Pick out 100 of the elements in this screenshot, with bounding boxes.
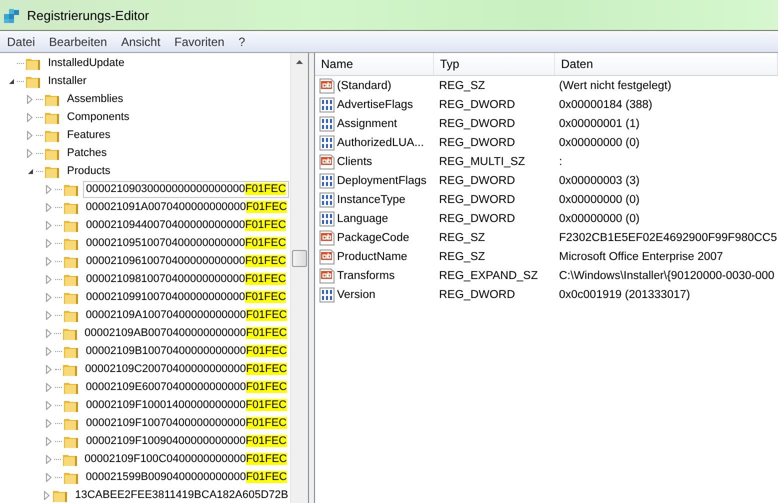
collapsed-arrow-icon[interactable]	[46, 184, 52, 194]
value-type: REG_DWORD	[438, 98, 516, 110]
value-name: Assignment	[337, 118, 398, 130]
value-name: Version	[337, 288, 376, 300]
collapsed-arrow-icon[interactable]	[46, 256, 52, 266]
collapsed-arrow-icon[interactable]	[46, 400, 52, 410]
menu-item[interactable]: Bearbeiten	[42, 35, 114, 49]
tree-item[interactable]: 00002109B10070400000000000F01FEC	[82, 342, 290, 360]
tree-item[interactable]: 00002109AB0070400000000000F01FEC	[82, 324, 290, 342]
tree-item[interactable]: Products	[64, 162, 114, 180]
collapsed-arrow-icon[interactable]	[27, 148, 33, 158]
tree-item[interactable]: 00002109F10001400000000000F01FEC	[83, 396, 290, 414]
column-header[interactable]: Daten	[555, 53, 778, 75]
tree-item[interactable]: Installer	[45, 72, 90, 90]
value-name: PackageCode	[337, 232, 410, 244]
collapsed-arrow-icon[interactable]	[46, 346, 52, 356]
tree-item[interactable]: 00002109510070400000000000F01FEC	[83, 234, 290, 252]
tree-item[interactable]: Assemblies	[64, 90, 126, 108]
collapsed-arrow-icon[interactable]	[46, 292, 52, 302]
value-data: 0x00000001 (1)	[558, 118, 641, 130]
value-name: Transforms	[337, 270, 395, 282]
menu-item[interactable]: Datei	[0, 35, 42, 49]
tree-item[interactable]: 00002109910070400000000000F01FEC	[83, 288, 290, 306]
tree-item[interactable]: 00002109F10090400000000000F01FEC	[83, 432, 290, 450]
collapsed-arrow-icon[interactable]	[27, 94, 33, 104]
value-name: ProductName	[337, 250, 408, 262]
binary-value-icon	[319, 210, 335, 226]
collapsed-arrow-icon[interactable]	[46, 472, 52, 482]
tree-item[interactable]: 00002109440070400000000000F01FEC	[83, 216, 290, 234]
value-type: REG_DWORD	[438, 174, 516, 186]
binary-value-icon	[319, 172, 335, 188]
collapsed-arrow-icon[interactable]	[46, 454, 52, 464]
registry-cubes-icon	[3, 6, 21, 24]
value-data: 0x00000003 (3)	[558, 174, 641, 186]
value-data: 0x00000000 (0)	[558, 136, 641, 148]
tree-item[interactable]: 00002109C20070400000000000F01FEC	[82, 360, 290, 378]
collapsed-arrow-icon[interactable]	[46, 364, 52, 374]
value-type: REG_DWORD	[438, 194, 516, 206]
collapsed-arrow-icon[interactable]	[46, 238, 52, 248]
expanded-arrow-icon[interactable]	[26, 168, 34, 174]
scroll-thumb[interactable]	[292, 250, 307, 267]
collapsed-arrow-icon[interactable]	[46, 310, 52, 320]
tree-item[interactable]: InstalledUpdate	[45, 54, 128, 72]
collapsed-arrow-icon[interactable]	[46, 220, 52, 230]
value-type: REG_DWORD	[438, 118, 516, 130]
value-data: F2302CB1E5EF02E4692900F99F980CC5	[558, 232, 778, 244]
value-data: (Wert nicht festgelegt)	[558, 80, 672, 92]
value-name: Language	[337, 212, 388, 224]
string-value-icon	[319, 154, 335, 170]
scroll-up-icon[interactable]	[296, 60, 303, 64]
scrollbar[interactable]	[290, 53, 308, 503]
collapsed-arrow-icon[interactable]	[44, 490, 50, 500]
binary-value-icon	[319, 192, 335, 208]
tree-item[interactable]: 00002109610070400000000000F01FEC	[83, 252, 290, 270]
tree-item[interactable]: 00002109F10070400000000000F01FEC	[83, 414, 290, 432]
value-type: REG_DWORD	[438, 288, 516, 300]
tree-item[interactable]: Features	[64, 126, 114, 144]
tree-item[interactable]: 000021091A0070400000000000F01FEC	[82, 198, 290, 216]
menu-item[interactable]: ?	[231, 35, 252, 49]
expanded-arrow-icon[interactable]	[8, 78, 14, 84]
value-data: 0x00000184 (388)	[558, 98, 654, 110]
tree-item[interactable]: 00002109E60070400000000000F01FEC	[82, 378, 290, 396]
value-data: :	[558, 156, 564, 168]
tree-item[interactable]: 00002109810070400000000000F01FEC	[83, 270, 290, 288]
tree-item[interactable]: 00002109F100C0400000000000F01FEC	[82, 450, 290, 468]
tree-item[interactable]: 00002109A10070400000000000F01FEC	[82, 306, 290, 324]
binary-value-icon	[319, 134, 335, 150]
value-data: 0x00000000 (0)	[558, 194, 641, 206]
tree-item[interactable]: Components	[64, 108, 132, 126]
menu-item[interactable]: Ansicht	[114, 35, 168, 49]
collapsed-arrow-icon[interactable]	[46, 328, 52, 338]
collapsed-arrow-icon[interactable]	[46, 436, 52, 446]
collapsed-arrow-icon[interactable]	[27, 112, 33, 122]
column-header[interactable]: Typ	[434, 53, 555, 75]
value-type: REG_SZ	[438, 80, 486, 92]
value-name: Clients	[337, 156, 372, 168]
collapsed-arrow-icon[interactable]	[46, 202, 52, 212]
value-type: REG_MULTI_SZ	[438, 156, 526, 168]
binary-value-icon	[319, 96, 335, 112]
collapsed-arrow-icon[interactable]	[46, 382, 52, 392]
value-name: AuthorizedLUA...	[337, 136, 424, 148]
tree-item[interactable]: 13CABEE2FEE3811419BCA182A605D72B	[72, 486, 290, 503]
tree-item[interactable]: Patches	[64, 144, 110, 162]
collapsed-arrow-icon[interactable]	[27, 130, 33, 140]
value-type: REG_SZ	[438, 250, 486, 262]
collapsed-arrow-icon[interactable]	[46, 418, 52, 428]
value-data: Microsoft Office Enterprise 2007	[558, 250, 724, 262]
value-name: DeploymentFlags	[337, 174, 426, 186]
value-type: REG_EXPAND_SZ	[438, 270, 539, 282]
value-data: C:\Windows\Installer\{90120000-0030-000	[558, 270, 776, 282]
menu-item[interactable]: Favoriten	[167, 35, 232, 49]
binary-value-icon	[319, 116, 335, 132]
tree-item[interactable]: 000021599B0090400000000000F01FEC	[82, 468, 290, 486]
value-name: AdvertiseFlags	[337, 98, 414, 110]
binary-value-icon	[319, 286, 335, 302]
column-header[interactable]: Name	[315, 53, 434, 75]
string-value-icon	[319, 248, 335, 264]
collapsed-arrow-icon[interactable]	[46, 274, 52, 284]
tree-item[interactable]: 00002109030000000000000000F01FEC	[83, 180, 290, 198]
value-name: (Standard)	[337, 80, 392, 92]
